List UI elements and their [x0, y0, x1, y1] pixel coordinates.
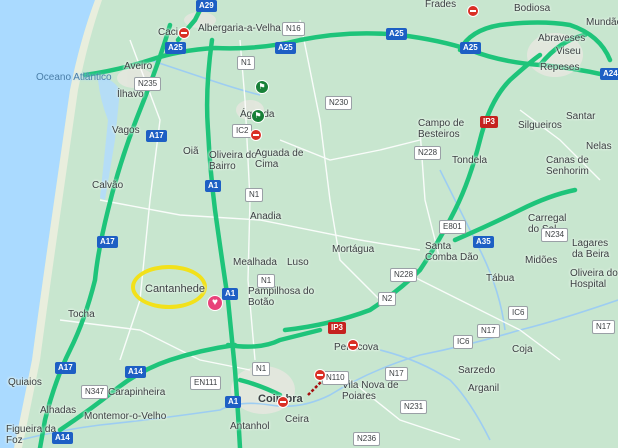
place-label-silgueiros[interactable]: Silgueiros [518, 121, 562, 131]
place-label-abraveses[interactable]: Abraveses [538, 34, 585, 44]
shield-n228: N228 [390, 268, 418, 282]
shield-a29: A29 [196, 0, 217, 12]
place-label-tocha[interactable]: Tocha [68, 310, 95, 320]
place-label-montemor[interactable]: Montemor-o-Velho [84, 412, 166, 422]
road-closure-icon[interactable] [178, 27, 190, 39]
place-label-ilhavo[interactable]: Ílhavo [117, 90, 144, 100]
shield-a17: A17 [146, 130, 167, 142]
shield-ic6: IC6 [453, 335, 474, 349]
place-label-anadia[interactable]: Anadia [250, 212, 281, 222]
place-label-antanhol[interactable]: Antanhol [230, 422, 269, 432]
shield-n347: N347 [81, 385, 109, 399]
shield-a14: A14 [52, 432, 73, 444]
saved-place-heart-icon[interactable]: ♥ [207, 295, 223, 311]
place-label-santar[interactable]: Santar [566, 112, 595, 122]
shield-a14: A14 [125, 366, 146, 378]
place-label-vila-nova[interactable]: Vila Nova de Poiares [342, 380, 402, 402]
place-label-caci[interactable]: Caci [158, 28, 178, 38]
shield-ip3: IP3 [480, 116, 499, 128]
place-label-repeses[interactable]: Repeses [540, 63, 579, 73]
shield-n1: N1 [245, 188, 264, 202]
road-closure-icon[interactable] [314, 369, 326, 381]
shield-en111: EN111 [190, 376, 222, 390]
place-label-vagos[interactable]: Vagos [112, 126, 140, 136]
shield-a35: A35 [473, 236, 494, 248]
map-base [0, 0, 618, 448]
shield-a25: A25 [165, 42, 186, 54]
road-closure-icon[interactable] [277, 396, 289, 408]
place-label-calvao[interactable]: Calvão [92, 181, 123, 191]
water-label-text: Oceano Atlântico [36, 72, 112, 83]
shield-a17: A17 [97, 236, 118, 248]
place-label-coja[interactable]: Coja [512, 345, 533, 355]
place-label-albergaria[interactable]: Albergaria-a-Velha [198, 24, 281, 34]
shield-a1: A1 [225, 396, 242, 408]
road-closure-icon[interactable] [347, 339, 359, 351]
shield-n1: N1 [252, 362, 271, 376]
shield-n17: N17 [477, 324, 500, 338]
place-label-pampilhosa[interactable]: Pampilhosa do Botão [248, 286, 318, 308]
shield-n17: N17 [592, 320, 615, 334]
place-label-tondela[interactable]: Tondela [452, 156, 487, 166]
place-label-frades[interactable]: Frades [425, 0, 456, 10]
shield-a17: A17 [55, 362, 76, 374]
place-label-campo-besteiros[interactable]: Campo de Besteiros [418, 118, 478, 140]
shield-n231: N231 [400, 400, 428, 414]
place-label-nelas[interactable]: Nelas [586, 142, 612, 152]
shield-ip3: IP3 [328, 322, 347, 334]
place-label-mealhada[interactable]: Mealhada [233, 258, 277, 268]
place-label-mundao[interactable]: Mundão [586, 18, 618, 28]
shield-a1: A1 [205, 180, 222, 192]
shield-ic6: IC6 [508, 306, 529, 320]
place-label-bodiosa[interactable]: Bodiosa [514, 4, 550, 14]
place-label-sarzedo[interactable]: Sarzedo [458, 366, 495, 376]
water-label: Oceano Atlântico [36, 72, 112, 84]
place-label-lagares[interactable]: Lagares da Beira [572, 238, 618, 260]
shield-a1: A1 [222, 288, 239, 300]
shield-n16: N16 [282, 22, 305, 36]
place-label-midoes[interactable]: Midões [525, 256, 557, 266]
place-label-aguada-cima[interactable]: Aguada de Cima [255, 148, 315, 170]
shield-n234: N234 [541, 228, 569, 242]
flag-pin-icon[interactable]: ⚑ [251, 109, 265, 123]
place-label-viseu[interactable]: Viseu [556, 47, 581, 57]
shield-a25: A25 [460, 42, 481, 54]
place-label-oliveira-hospital[interactable]: Oliveira do Hospital [570, 268, 618, 290]
place-label-mortagua[interactable]: Mortágua [332, 245, 374, 255]
shield-a24: A24 [600, 68, 618, 80]
shield-n1: N1 [237, 56, 256, 70]
shield-a25: A25 [275, 42, 296, 54]
shield-n1: N1 [257, 274, 276, 288]
place-label-aveiro[interactable]: Aveiro [124, 62, 152, 72]
place-label-carapinheira[interactable]: Carapinheira [108, 388, 165, 398]
shield-n110: N110 [322, 371, 349, 385]
flag-pin-icon[interactable]: ⚑ [255, 80, 269, 94]
place-label-quiaios[interactable]: Quiaios [8, 378, 42, 388]
road-closure-icon[interactable] [467, 5, 479, 17]
map-view[interactable]: Oceano Atlântico Caci Albergaria-a-Velha… [0, 0, 618, 448]
place-label-cantanhede[interactable]: Cantanhede [145, 284, 205, 295]
place-label-tabua[interactable]: Tábua [486, 274, 514, 284]
place-label-alhadas[interactable]: Alhadas [40, 406, 76, 416]
shield-a25: A25 [386, 28, 407, 40]
shield-n236: N236 [353, 432, 381, 446]
shield-n228: N228 [414, 146, 442, 160]
place-label-oia[interactable]: Oiã [183, 147, 199, 157]
shield-e801: E801 [439, 220, 466, 234]
shield-n2: N2 [378, 292, 397, 306]
place-label-arganil[interactable]: Arganil [468, 384, 499, 394]
place-label-canas[interactable]: Canas de Senhorim [546, 155, 606, 177]
place-label-luso[interactable]: Luso [287, 258, 309, 268]
road-closure-icon[interactable] [250, 129, 262, 141]
shield-n230: N230 [325, 96, 353, 110]
place-label-ceira[interactable]: Ceira [285, 415, 309, 425]
shield-n235: N235 [134, 77, 162, 91]
shield-n17: N17 [385, 367, 408, 381]
